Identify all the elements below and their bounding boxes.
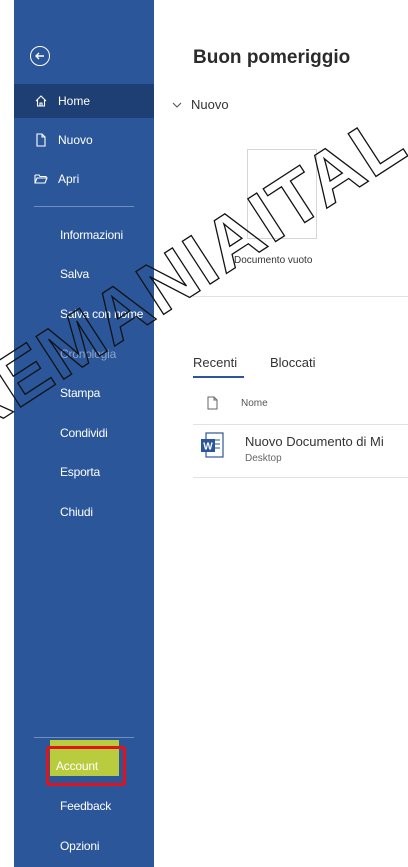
- nav-open-label: Apri: [58, 172, 80, 186]
- page-title: Buon pomeriggio: [193, 47, 351, 68]
- sidebar-item-save[interactable]: Salva: [60, 267, 89, 281]
- sidebar-item-account[interactable]: Account: [56, 759, 98, 773]
- svg-text:W: W: [203, 442, 213, 453]
- nav-home-label: Home: [58, 94, 91, 108]
- sidebar-item-options[interactable]: Opzioni: [60, 839, 99, 853]
- row-divider: [193, 477, 408, 478]
- sidebar-item-history: Cronologia: [60, 347, 117, 361]
- sidebar-item-share[interactable]: Condividi: [60, 426, 108, 440]
- blank-document-label: Documento vuoto: [234, 255, 313, 266]
- open-folder-icon: [34, 172, 48, 186]
- new-section-toggle[interactable]: Nuovo: [172, 97, 229, 112]
- sidebar-divider-bottom: [34, 737, 134, 738]
- sidebar-item-print[interactable]: Stampa: [60, 386, 100, 400]
- home-icon: [34, 94, 48, 108]
- nav-open[interactable]: Apri: [14, 162, 154, 196]
- file-type-icon: [207, 396, 219, 410]
- blank-document-thumbnail[interactable]: [247, 149, 317, 239]
- nav-new-label: Nuovo: [58, 133, 93, 147]
- back-arrow-icon[interactable]: [30, 46, 50, 66]
- sidebar-item-feedback[interactable]: Feedback: [60, 799, 111, 813]
- new-document-icon: [34, 133, 48, 147]
- tab-recent[interactable]: Recenti: [193, 355, 237, 370]
- file-location: Desktop: [245, 453, 282, 464]
- new-section-label: Nuovo: [191, 97, 229, 112]
- section-divider: [193, 296, 408, 297]
- sidebar-item-close[interactable]: Chiudi: [60, 505, 93, 519]
- sidebar-item-export[interactable]: Esporta: [60, 465, 100, 479]
- active-tab-indicator: [193, 376, 244, 378]
- word-document-icon: W: [199, 430, 225, 460]
- backstage-sidebar: Home Nuovo Apri Informazioni Salva Salva…: [0, 0, 154, 867]
- nav-home[interactable]: Home: [14, 84, 154, 118]
- sidebar-item-info[interactable]: Informazioni: [60, 228, 123, 242]
- column-name[interactable]: Nome: [241, 398, 268, 409]
- sidebar-item-save-as[interactable]: Salva con nome: [60, 307, 143, 321]
- file-list-header: Nome: [207, 396, 268, 410]
- recent-file-row[interactable]: W Nuovo Documento di Mi Desktop: [193, 425, 408, 477]
- file-name: Nuovo Documento di Mi: [245, 434, 384, 449]
- chevron-down-icon: [172, 101, 182, 109]
- sidebar-divider: [34, 206, 134, 207]
- tab-pinned[interactable]: Bloccati: [270, 355, 316, 370]
- window-edge: [0, 0, 14, 867]
- nav-new[interactable]: Nuovo: [14, 123, 154, 157]
